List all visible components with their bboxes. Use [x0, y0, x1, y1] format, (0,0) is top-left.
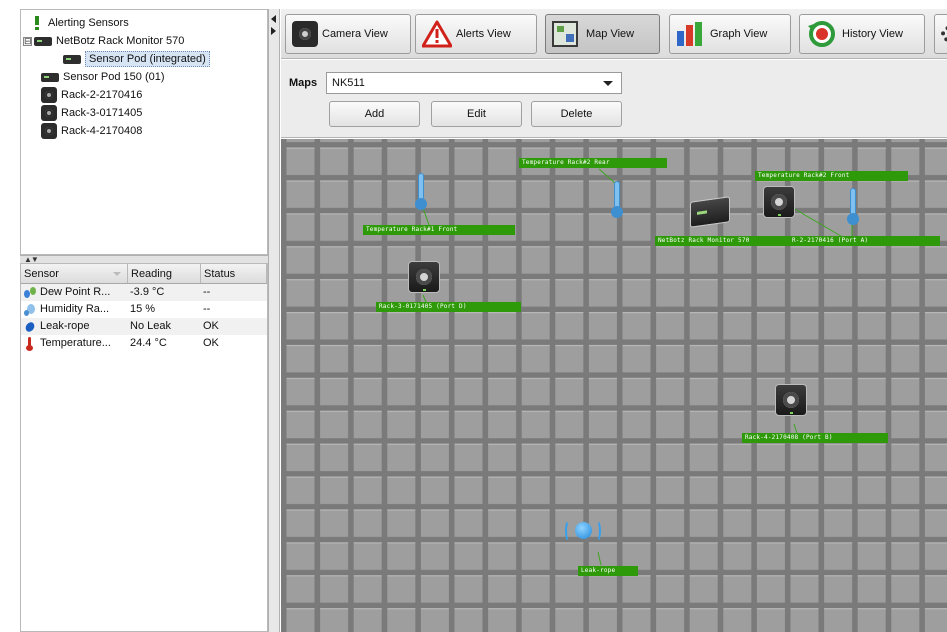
- settings-gear-icon: [941, 26, 947, 42]
- netbotz-console: Alerting Sensors ⊟ NetBotz Rack Monitor …: [0, 0, 947, 632]
- tree-item-rack-4[interactable]: Rack-4-2170408: [23, 122, 267, 140]
- map-icon: [552, 21, 578, 47]
- humidity-icon: [23, 303, 37, 317]
- map-thermometer-rack2-rear[interactable]: [610, 181, 624, 219]
- map-label-temp-rack2-rear[interactable]: Temperature Rack#2 Rear: [519, 158, 667, 168]
- tree-item-alerting-sensors[interactable]: Alerting Sensors: [23, 14, 267, 32]
- tree-item-sensor-pod-integrated[interactable]: Sensor Pod (integrated): [23, 50, 267, 68]
- thermometer-icon: [23, 336, 37, 351]
- tree-item-label: Alerting Sensors: [48, 17, 129, 29]
- sensor-table: Sensor Reading Status Dew Point R... -3.…: [20, 263, 268, 632]
- map-leak-sensor[interactable]: [565, 516, 601, 546]
- table-row[interactable]: Leak-rope No Leak OK: [21, 318, 267, 335]
- tree-item-sensor-pod-150[interactable]: Sensor Pod 150 (01): [23, 68, 267, 86]
- tree-item-label: Rack-2-2170416: [61, 89, 143, 101]
- maps-select-value: NK511: [332, 77, 365, 89]
- sort-arrow-icon: [113, 272, 121, 276]
- add-map-button[interactable]: Add: [329, 101, 420, 127]
- dew-point-icon: [23, 286, 37, 300]
- map-label-temp-rack1-front[interactable]: Temperature Rack#1 Front: [363, 225, 515, 235]
- sensor-table-header: Sensor Reading Status: [21, 264, 267, 284]
- leak-drop-icon: [23, 320, 37, 334]
- map-camera-rack3[interactable]: [408, 261, 440, 293]
- camera-icon: [41, 105, 57, 121]
- leak-sensor-icon: [575, 522, 592, 539]
- thermometer-icon: [850, 188, 856, 216]
- horizontal-splitter[interactable]: ▲▼: [20, 255, 268, 264]
- view-toolbar: Camera View Alerts View Map View Graph V…: [281, 9, 947, 59]
- table-row[interactable]: Temperature... 24.4 °C OK: [21, 335, 267, 352]
- history-clock-icon: [808, 21, 835, 47]
- tree-item-label: Rack-4-2170408: [61, 125, 143, 137]
- chevron-down-icon: [603, 81, 613, 86]
- maps-label: Maps: [289, 77, 318, 89]
- tree-item-label: Sensor Pod (integrated): [85, 51, 210, 67]
- camera-icon: [41, 87, 57, 103]
- bar-graph-icon: [677, 22, 702, 46]
- camera-icon: [292, 21, 318, 47]
- map-view-button[interactable]: Map View: [545, 14, 660, 54]
- tree-item-rack-3[interactable]: Rack-3-0171405: [23, 104, 267, 122]
- tree-item-label: Sensor Pod 150 (01): [63, 71, 165, 83]
- column-header-reading[interactable]: Reading: [128, 264, 201, 283]
- thermometer-icon: [418, 173, 424, 201]
- device-tree: Alerting Sensors ⊟ NetBotz Rack Monitor …: [20, 9, 268, 255]
- tree-item-label: Rack-3-0171405: [61, 107, 143, 119]
- sensor-table-body: Dew Point R... -3.9 °C -- Humidity Ra...…: [21, 284, 267, 352]
- camera-view-button[interactable]: Camera View: [285, 14, 411, 54]
- netbotz-device-icon: [63, 54, 81, 64]
- netbotz-device-icon: [34, 36, 52, 46]
- map-label-cam-rack4[interactable]: Rack-4-2170408 (Port B): [742, 433, 888, 443]
- maps-select[interactable]: NK511: [326, 72, 622, 94]
- tree-item-rack-2[interactable]: Rack-2-2170416: [23, 86, 267, 104]
- map-camera-rack2[interactable]: [763, 186, 795, 218]
- map-label-cam-rack2[interactable]: R-2-2170416 (Port A): [789, 236, 940, 246]
- map-label-temp-rack2-front[interactable]: Temperature Rack#2 Front: [755, 171, 908, 181]
- map-label-netbotz[interactable]: NetBotz Rack Monitor 570: [655, 236, 789, 246]
- delete-map-button[interactable]: Delete: [531, 101, 622, 127]
- collapse-left-arrow-icon[interactable]: [271, 15, 276, 23]
- alert-exclamation-icon: [35, 16, 39, 30]
- map-thermometer-rack2-front[interactable]: [846, 188, 860, 226]
- table-row[interactable]: Humidity Ra... 15 % --: [21, 301, 267, 318]
- table-row[interactable]: Dew Point R... -3.9 °C --: [21, 284, 267, 301]
- column-header-sensor[interactable]: Sensor: [21, 264, 128, 283]
- map-label-cam-rack3[interactable]: Rack-3-0171405 (Port D): [376, 302, 521, 312]
- netbotz-device-icon: [41, 72, 59, 82]
- collapse-toggle[interactable]: ⊟: [23, 36, 32, 46]
- tree-item-label: NetBotz Rack Monitor 570: [56, 35, 185, 47]
- map-canvas[interactable]: Temperature Rack#1 Front Temperature Rac…: [281, 139, 947, 632]
- map-label-leak-rope[interactable]: Leak-rope: [578, 566, 638, 576]
- alerts-view-button[interactable]: Alerts View: [415, 14, 537, 54]
- graph-view-button[interactable]: Graph View: [669, 14, 791, 54]
- column-header-status[interactable]: Status: [201, 264, 267, 283]
- vertical-splitter[interactable]: [268, 9, 280, 632]
- maps-bar: Maps NK511 Add Edit Delete: [281, 60, 947, 138]
- thermometer-icon: [614, 181, 620, 209]
- expand-right-arrow-icon[interactable]: [271, 27, 276, 35]
- camera-icon: [41, 123, 57, 139]
- map-camera-rack4[interactable]: [775, 384, 807, 416]
- tree-item-netbotz-rack-monitor[interactable]: ⊟ NetBotz Rack Monitor 570: [23, 32, 267, 50]
- alert-triangle-icon: [422, 20, 452, 48]
- edit-map-button[interactable]: Edit: [431, 101, 522, 127]
- more-view-button[interactable]: [934, 14, 947, 54]
- history-view-button[interactable]: History View: [799, 14, 925, 54]
- map-thermometer-rack1-front[interactable]: [414, 173, 428, 211]
